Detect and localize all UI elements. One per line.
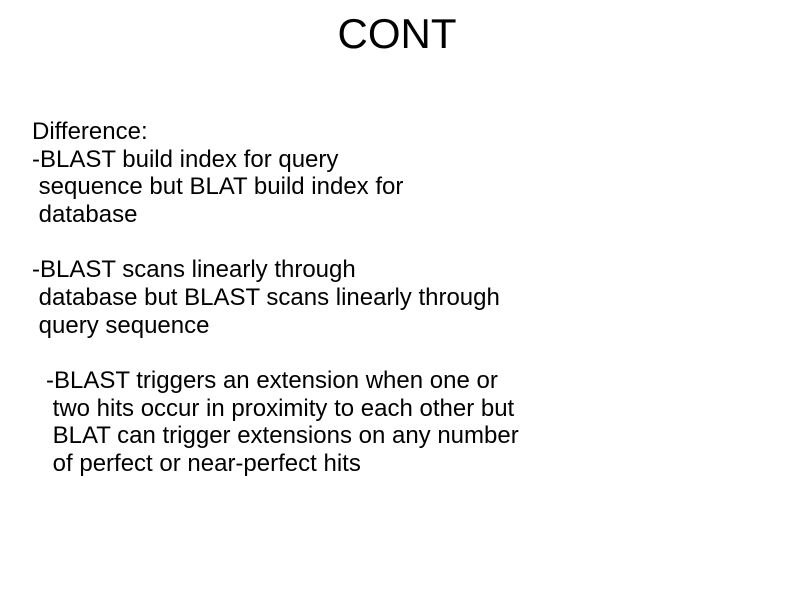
text-line: query sequence: [32, 312, 762, 340]
paragraph-2: -BLAST scans linearly through database b…: [32, 256, 762, 339]
slide-title: CONT: [0, 10, 794, 58]
text-line: BLAT can trigger extensions on any numbe…: [46, 422, 762, 450]
text-line: of perfect or near-perfect hits: [46, 450, 762, 478]
text-line: database but BLAST scans linearly throug…: [32, 284, 762, 312]
paragraph-1: Difference: -BLAST build index for query…: [32, 118, 762, 228]
text-line: Difference:: [32, 118, 762, 146]
text-line: -BLAST triggers an extension when one or: [46, 367, 762, 395]
text-line: database: [32, 201, 762, 229]
paragraph-3: -BLAST triggers an extension when one or…: [32, 367, 762, 477]
text-line: -BLAST build index for query: [32, 146, 762, 174]
text-line: two hits occur in proximity to each othe…: [46, 395, 762, 423]
slide: CONT Difference: -BLAST build index for …: [0, 0, 794, 595]
text-line: sequence but BLAT build index for: [32, 173, 762, 201]
text-line: -BLAST scans linearly through: [32, 256, 762, 284]
slide-body: Difference: -BLAST build index for query…: [32, 118, 762, 478]
